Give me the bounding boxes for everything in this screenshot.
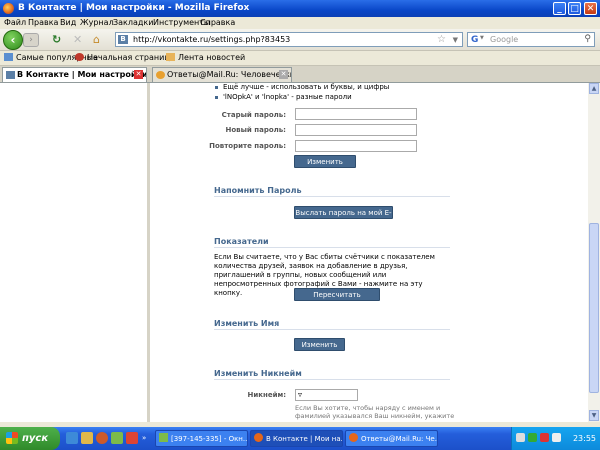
url-bar[interactable]: B http://vkontakte.ru/settings.php?83453… (115, 32, 463, 47)
text-cursor-icon: ▿ (298, 390, 303, 399)
ie-quicklaunch-icon[interactable] (66, 432, 78, 444)
tray-icon[interactable] (528, 433, 537, 442)
opera-quicklaunch-icon[interactable] (126, 432, 138, 444)
menu-bar: Файл Правка Вид Журнал Закладки Инструме… (0, 17, 600, 29)
menu-view[interactable]: Вид (60, 17, 76, 29)
bookmark-home-page[interactable]: Начальная страница (75, 51, 175, 65)
app-quicklaunch-icon[interactable] (111, 432, 123, 444)
mail-ru-icon (75, 53, 84, 61)
tip-bullet (215, 86, 218, 89)
clock[interactable]: 23:55 (573, 427, 596, 450)
vertical-scrollbar[interactable]: ▲ ▼ (588, 83, 600, 422)
repeat-password-input[interactable] (295, 140, 417, 152)
menu-history[interactable]: Журнал (80, 17, 114, 29)
scroll-up-icon[interactable]: ▲ (589, 83, 599, 94)
system-tray: 23:55 (511, 427, 600, 450)
firefox-icon (254, 433, 263, 442)
tip-text: 'lNOpkA' и 'lnopka' - разные пароли (223, 93, 352, 101)
vk-tab-icon (6, 71, 15, 79)
new-password-label: Новый пароль: (225, 126, 286, 134)
tray-icon[interactable] (540, 433, 549, 442)
maximize-button[interactable]: □ (568, 2, 581, 15)
minimize-button[interactable]: _ (553, 2, 566, 15)
search-box[interactable]: G ▼ Google ⚲ (467, 32, 595, 47)
menu-help[interactable]: Справка (200, 17, 235, 29)
windows-logo-icon (6, 432, 18, 444)
old-password-input[interactable] (295, 108, 417, 120)
taskbar-item-firefox-vk[interactable]: В Контакте | Мои на... (250, 430, 343, 447)
google-icon[interactable]: G (471, 34, 478, 46)
home-icon[interactable]: ⌂ (93, 34, 100, 46)
url-text[interactable]: http://vkontakte.ru/settings.php?83453 (133, 33, 290, 46)
window-title-bar[interactable]: В Контакте | Мои настройки - Mozilla Fir… (0, 0, 600, 17)
nickname-hint: Если Вы хотите, чтобы наряду с именем и … (295, 404, 455, 422)
star-bookmark-icon[interactable]: ☆ (437, 34, 446, 45)
folder-quicklaunch-icon[interactable] (81, 432, 93, 444)
vk-favicon-icon: B (118, 35, 128, 44)
taskbar-item-mail-answers[interactable]: Ответы@Mail.Ru: Че... (345, 430, 438, 447)
back-button[interactable]: ‹ (3, 30, 23, 50)
rss-feed-icon (166, 53, 175, 61)
search-magnifier-icon[interactable]: ⚲ (584, 33, 591, 46)
bookmark-news-feed[interactable]: Лента новостей (166, 51, 245, 65)
quicklaunch-expand-icon[interactable]: » (142, 434, 146, 442)
tab-close-icon[interactable]: ✕ (134, 70, 143, 79)
bookmarks-toolbar: Самые популярные Начальная страница Лент… (0, 51, 600, 66)
firefox-icon (349, 433, 358, 442)
menu-edit[interactable]: Правка (28, 17, 58, 29)
volume-icon[interactable] (552, 433, 561, 442)
change-password-button[interactable]: Изменить Пароль (294, 155, 356, 179)
taskbar-item-window[interactable]: [397-145-335] - Окн... (155, 430, 248, 447)
stop-icon[interactable]: ✕ (73, 34, 82, 46)
taskbar: пуск » [397-145-335] - Окн... В Контакте… (0, 427, 600, 450)
recount-counters-button[interactable]: Пересчитать показатели (294, 288, 380, 312)
reload-icon[interactable]: ↻ (52, 34, 61, 46)
counters-title: Показатели (214, 236, 450, 248)
start-button[interactable]: пуск (0, 427, 60, 450)
new-password-input[interactable] (295, 124, 417, 136)
tip-bullet (215, 96, 218, 99)
url-dropdown-icon[interactable]: ▼ (453, 35, 458, 45)
change-name-button[interactable]: Изменить Имя (294, 338, 345, 362)
window-title: В Контакте | Мои настройки - Mozilla Fir… (18, 3, 250, 13)
nickname-input[interactable] (295, 389, 358, 401)
search-placeholder[interactable]: Google (490, 33, 518, 46)
tab-bar: В Контакте | Мои настройки ✕ Ответы@Mail… (0, 66, 600, 83)
sidebar-panel (0, 83, 150, 422)
change-name-title: Изменить Имя (214, 318, 450, 330)
scrollbar-thumb[interactable] (589, 223, 599, 393)
tab-mail-answers[interactable]: Ответы@Mail.Ru: Человеческий пон... ✕ (152, 67, 292, 82)
tip-text: Ещё лучше - использовать и буквы, и цифр… (223, 83, 390, 91)
bookmark-folder-icon (4, 53, 13, 61)
nickname-label: Никнейм: (247, 391, 286, 399)
forward-button[interactable]: › (23, 33, 39, 47)
navigation-toolbar: ‹ › ↻ ✕ ⌂ B http://vkontakte.ru/settings… (0, 29, 600, 51)
send-password-button[interactable]: Выслать пароль на мой E-Mail (294, 206, 393, 230)
remind-password-title: Напомнить Пароль (214, 185, 450, 197)
close-button[interactable]: ✕ (584, 2, 597, 15)
window-app-icon (159, 433, 168, 442)
tab-vk-settings[interactable]: В Контакте | Мои настройки ✕ (2, 67, 147, 82)
old-password-label: Старый пароль: (221, 111, 286, 119)
tray-icon[interactable] (516, 433, 525, 442)
search-engine-dropdown-icon[interactable]: ▼ (480, 35, 484, 41)
tab-close-icon[interactable]: ✕ (279, 70, 288, 79)
firefox-icon (3, 3, 14, 14)
change-nickname-title: Изменить Никнейм (214, 368, 450, 380)
repeat-password-label: Повторите пароль: (209, 142, 286, 150)
mail-ru-tab-icon (156, 71, 165, 79)
scroll-down-icon[interactable]: ▼ (589, 410, 599, 421)
menu-bookmarks[interactable]: Закладки (113, 17, 153, 29)
menu-file[interactable]: Файл (4, 17, 26, 29)
firefox-quicklaunch-icon[interactable] (96, 432, 108, 444)
